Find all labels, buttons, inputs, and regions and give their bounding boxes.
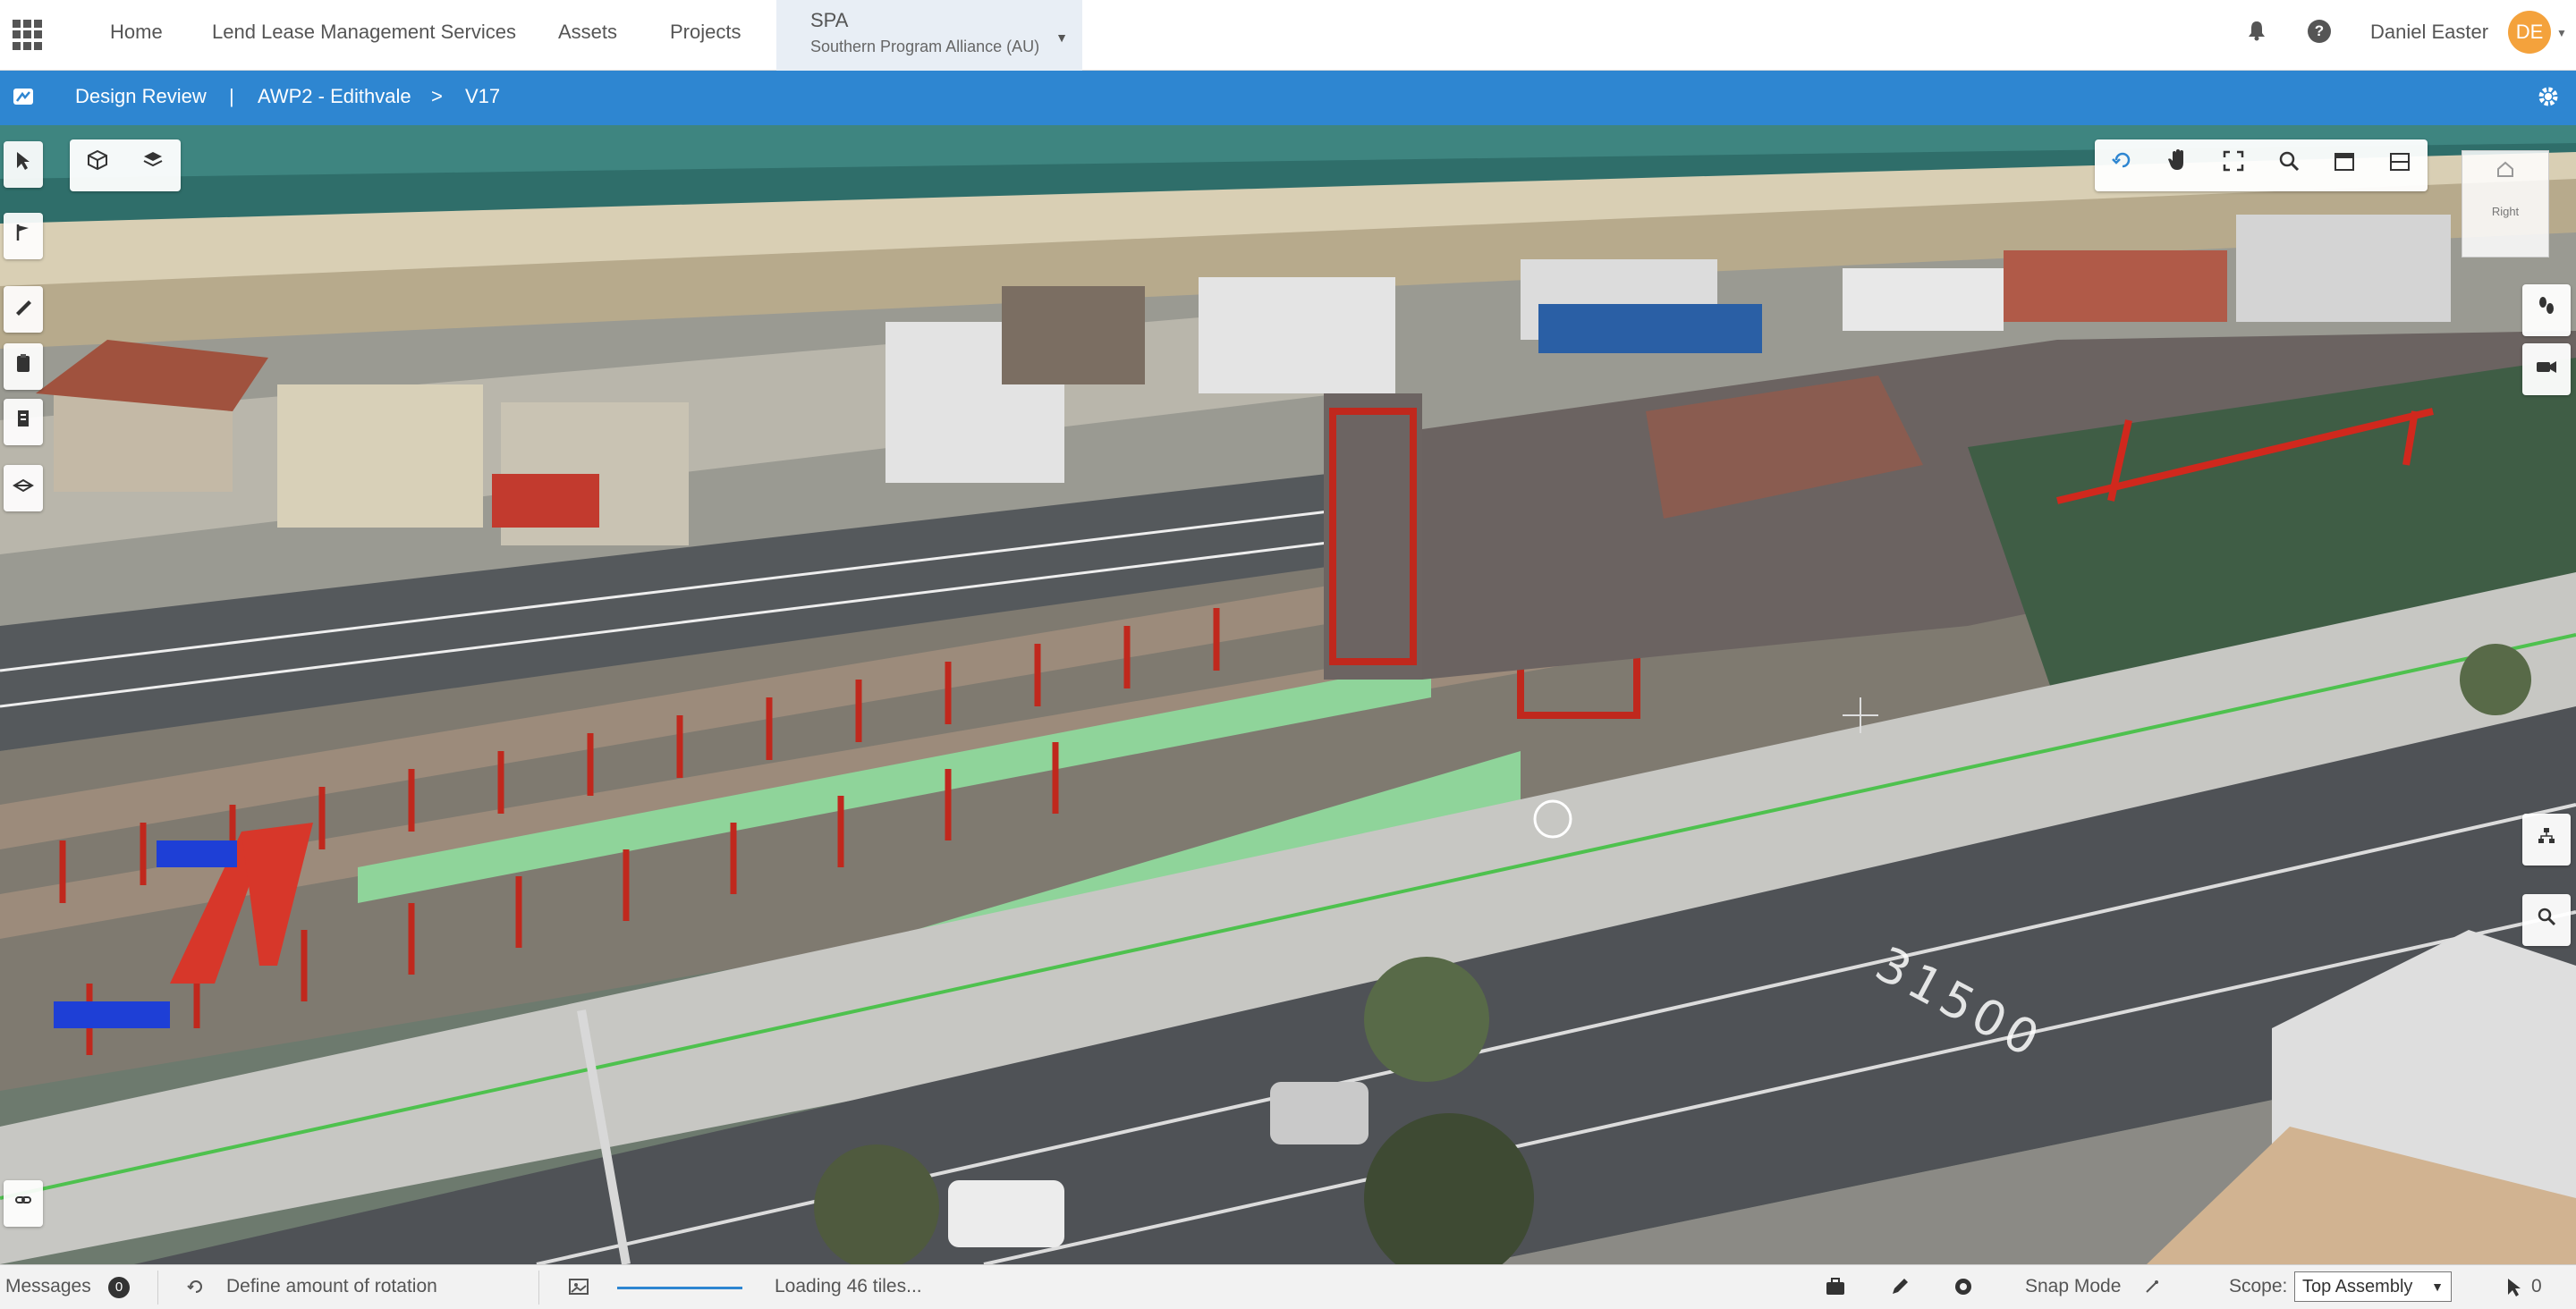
navigation-toolbar: [2095, 139, 2428, 191]
breadcrumb-version[interactable]: V17: [465, 71, 500, 122]
scope-label: Scope:: [2229, 1276, 2288, 1296]
clipboard-tool-button[interactable]: [4, 343, 43, 390]
cursor-icon: [2506, 1278, 2522, 1297]
selection-count: 0: [2531, 1276, 2542, 1296]
view-mode-toolbar: [70, 139, 181, 191]
fit-view-icon[interactable]: [2206, 139, 2261, 191]
nav-lend-lease[interactable]: Lend Lease Management Services: [212, 0, 516, 70]
link-tool-button[interactable]: [4, 1180, 43, 1227]
project-name: Southern Program Alliance (AU): [810, 38, 1040, 55]
breadcrumb: Design Review | AWP2 - Edithvale > V17: [0, 71, 2576, 125]
rotate-icon[interactable]: [2095, 139, 2150, 191]
window-view-icon[interactable]: [2317, 139, 2372, 191]
snap-icon[interactable]: [2143, 1278, 2161, 1296]
breadcrumb-project[interactable]: AWP2 - Edithvale: [258, 71, 411, 122]
notification-bell-icon[interactable]: [2245, 20, 2268, 43]
properties-tool-button[interactable]: [4, 399, 43, 445]
markup-tool-button[interactable]: [4, 213, 43, 259]
tool-prompt: Define amount of rotation: [226, 1276, 437, 1296]
section-tool-button[interactable]: [4, 465, 43, 511]
user-name[interactable]: Daniel Easter: [2370, 0, 2488, 64]
chevron-down-icon: ▼: [1055, 30, 1068, 45]
status-bar: Messages 0 Define amount of rotation Loa…: [0, 1264, 2576, 1309]
gear-icon[interactable]: [2537, 85, 2560, 108]
panel-view-icon[interactable]: [2372, 139, 2428, 191]
breadcrumb-arrow: >: [431, 85, 443, 107]
home-view-icon[interactable]: [2495, 160, 2516, 178]
visibility-icon[interactable]: [1952, 1276, 1975, 1297]
messages-label[interactable]: Messages: [5, 1265, 91, 1308]
breadcrumb-app[interactable]: Design Review: [75, 71, 207, 122]
avatar[interactable]: DE: [2508, 11, 2551, 54]
select-tool-button[interactable]: [4, 141, 43, 188]
chevron-down-icon[interactable]: ▼: [2556, 27, 2567, 39]
scope-select[interactable]: Top Assembly ▼: [2294, 1271, 2452, 1302]
design-review-icon: [13, 87, 34, 106]
nav-home[interactable]: Home: [110, 0, 163, 70]
search-button[interactable]: [2522, 894, 2571, 946]
pencil-icon[interactable]: [1889, 1276, 1911, 1297]
image-icon[interactable]: [568, 1277, 589, 1296]
scope-value: Top Assembly: [2302, 1277, 2413, 1296]
view-cube[interactable]: Right: [2462, 150, 2549, 258]
camera-button[interactable]: [2522, 343, 2571, 395]
nav-projects[interactable]: Projects: [670, 0, 741, 70]
tree-view-button[interactable]: [2522, 814, 2571, 866]
messages-count-badge[interactable]: 0: [108, 1277, 130, 1298]
chevron-down-icon: ▼: [2431, 1279, 2444, 1294]
nav-assets[interactable]: Assets: [558, 0, 617, 70]
loading-progress-bar: [617, 1287, 742, 1289]
top-navigation-bar: Home Lend Lease Management Services Asse…: [0, 0, 2576, 71]
project-selector[interactable]: SPA Southern Program Alliance (AU) ▼: [776, 0, 1082, 71]
walk-mode-button[interactable]: [2522, 284, 2571, 336]
briefcase-icon[interactable]: [1825, 1276, 1846, 1297]
view-cube-face-label: Right: [2491, 205, 2520, 218]
rotate-icon: [186, 1277, 206, 1296]
app-launcher-icon[interactable]: [13, 20, 43, 50]
zoom-icon[interactable]: [2261, 139, 2317, 191]
project-code: SPA: [810, 9, 849, 31]
loading-status: Loading 46 tiles...: [775, 1276, 922, 1296]
model-view-icon[interactable]: [70, 139, 125, 191]
measure-tool-button[interactable]: [4, 286, 43, 333]
snap-mode-label[interactable]: Snap Mode: [2025, 1265, 2121, 1308]
help-icon[interactable]: ?: [2308, 20, 2331, 43]
pan-hand-icon[interactable]: [2150, 139, 2206, 191]
breadcrumb-separator: |: [229, 85, 234, 107]
3d-viewport[interactable]: 31500: [0, 125, 2576, 1264]
layers-icon[interactable]: [125, 139, 181, 191]
scene-render: [0, 125, 2576, 1264]
